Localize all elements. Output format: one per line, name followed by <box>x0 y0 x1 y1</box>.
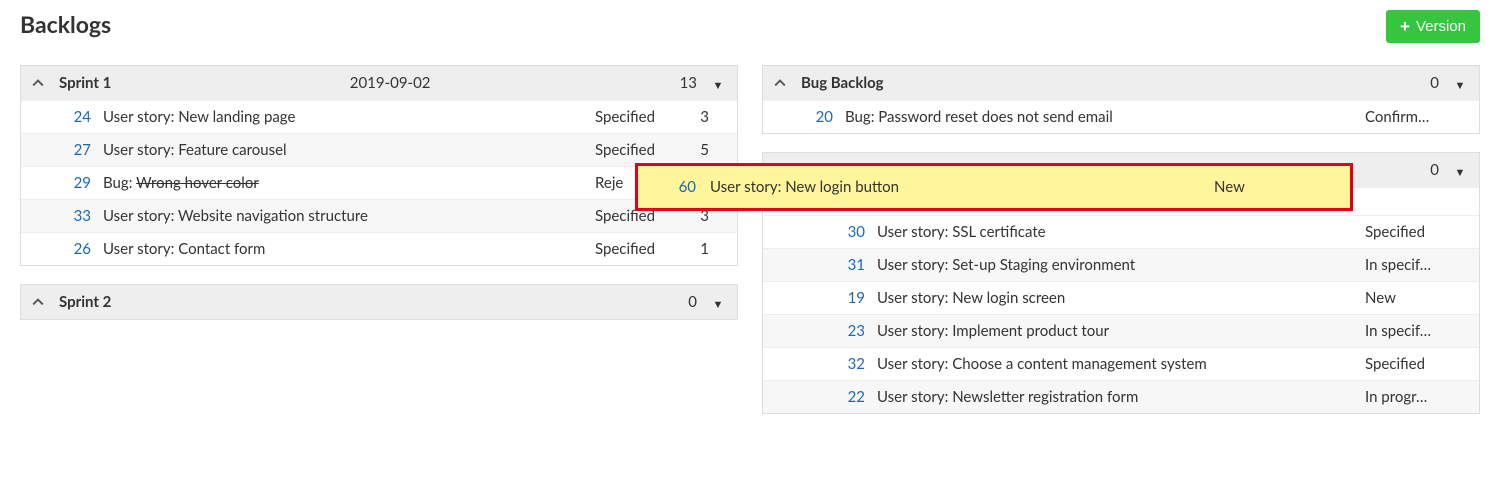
work-item-status: Confirm… <box>1365 108 1451 126</box>
dropdown-icon[interactable]: ▼ <box>709 298 727 311</box>
work-item-title: User story: New login button <box>710 178 1214 196</box>
work-item-status: New <box>1214 178 1334 196</box>
sprint-2-title: Sprint 2 <box>59 293 111 311</box>
work-item-status: In specif… <box>1365 256 1451 274</box>
table-row[interactable]: 20 Bug: Password reset does not send ema… <box>763 100 1479 133</box>
sprint-1-date: 2019-09-02 <box>123 74 657 92</box>
table-row[interactable]: 26 User story: Contact form Specified 1 <box>21 232 737 265</box>
table-row[interactable]: 23 User story: Implement product tour In… <box>763 314 1479 347</box>
add-version-label: Version <box>1416 18 1466 35</box>
work-item-title[interactable]: User story: Newsletter registration form <box>877 388 1365 406</box>
sprint-2-points: 0 <box>669 293 697 311</box>
work-item-id[interactable]: 30 <box>821 223 877 241</box>
work-item-points: 3 <box>681 108 709 126</box>
work-item-title[interactable]: User story: Feature carousel <box>103 141 595 159</box>
left-column: Sprint 1 2019-09-02 13 ▼ 24 User story: … <box>20 65 738 432</box>
table-row[interactable]: 30 User story: SSL certificate Specified <box>763 215 1479 248</box>
work-item-title[interactable]: User story: Website navigation structure <box>103 207 595 225</box>
work-item-id[interactable]: 27 <box>47 141 103 159</box>
work-item-points: 5 <box>681 141 709 159</box>
work-item-id[interactable]: 20 <box>789 108 845 126</box>
work-item-title[interactable]: User story: Implement product tour <box>877 322 1365 340</box>
work-item-title[interactable]: User story: SSL certificate <box>877 223 1365 241</box>
work-item-status: New <box>1365 289 1451 307</box>
right-column: Bug Backlog 0 ▼ 20 Bug: Password reset d… <box>762 65 1480 432</box>
table-row[interactable]: 22 User story: Newsletter registration f… <box>763 380 1479 413</box>
sprint-1-body: 24 User story: New landing page Specifie… <box>21 100 737 265</box>
table-row[interactable]: 31 User story: Set-up Staging environmen… <box>763 248 1479 281</box>
work-item-status: In progr… <box>1365 388 1451 406</box>
work-item-id: 60 <box>638 178 710 196</box>
chevron-up-icon <box>771 77 789 89</box>
table-row[interactable]: 19 User story: New login screen New <box>763 281 1479 314</box>
table-row[interactable]: 24 User story: New landing page Specifie… <box>21 100 737 133</box>
product-backlog-body: 30 User story: SSL certificate Specified… <box>763 215 1479 413</box>
work-item-points: 1 <box>681 240 709 258</box>
bug-backlog-points: 0 <box>1411 74 1439 92</box>
dropdown-icon[interactable]: ▼ <box>709 79 727 92</box>
add-version-button[interactable]: + Version <box>1386 10 1480 43</box>
work-item-status: Specified <box>595 240 681 258</box>
product-backlog-points: 0 <box>1411 161 1439 179</box>
work-item-id[interactable]: 22 <box>821 388 877 406</box>
work-item-id[interactable]: 32 <box>821 355 877 373</box>
chevron-up-icon <box>29 296 47 308</box>
work-item-title[interactable]: Bug: Password reset does not send email <box>845 108 1365 126</box>
work-item-id[interactable]: 31 <box>821 256 877 274</box>
table-row[interactable]: 33 User story: Website navigation struct… <box>21 199 737 232</box>
table-row[interactable]: 29 Bug: Wrong hover color Reje <box>21 166 737 199</box>
sprint-1-section: Sprint 1 2019-09-02 13 ▼ 24 User story: … <box>20 65 738 266</box>
table-row[interactable]: 32 User story: Choose a content manageme… <box>763 347 1479 380</box>
work-item-status: Specified <box>1365 355 1451 373</box>
bug-backlog-header[interactable]: Bug Backlog 0 ▼ <box>763 66 1479 100</box>
chevron-up-icon <box>29 77 47 89</box>
work-item-id[interactable]: 33 <box>47 207 103 225</box>
work-item-title[interactable]: User story: New login screen <box>877 289 1365 307</box>
work-item-title[interactable]: User story: Choose a content management … <box>877 355 1365 373</box>
dropdown-icon[interactable]: ▼ <box>1451 166 1469 179</box>
sprint-1-points: 13 <box>669 74 697 92</box>
dropdown-icon[interactable]: ▼ <box>1451 79 1469 92</box>
work-item-status: Specified <box>595 141 681 159</box>
sprint-2-section: Sprint 2 0 ▼ <box>20 284 738 320</box>
work-item-id[interactable]: 24 <box>47 108 103 126</box>
work-item-id[interactable]: 19 <box>821 289 877 307</box>
dragging-work-item[interactable]: 60 User story: New login button New <box>635 163 1353 211</box>
work-item-title[interactable]: Bug: Wrong hover color <box>103 174 595 192</box>
plus-icon: + <box>1400 18 1410 35</box>
work-item-status: Specified <box>595 108 681 126</box>
work-item-status: In specif… <box>1365 322 1451 340</box>
work-item-id[interactable]: 29 <box>47 174 103 192</box>
work-item-title[interactable]: User story: Set-up Staging environment <box>877 256 1365 274</box>
sprint-1-title: Sprint 1 <box>59 74 111 92</box>
work-item-id[interactable]: 26 <box>47 240 103 258</box>
work-item-id[interactable]: 23 <box>821 322 877 340</box>
bug-backlog-title: Bug Backlog <box>801 74 884 92</box>
sprint-2-header[interactable]: Sprint 2 0 ▼ <box>21 285 737 319</box>
bug-backlog-section: Bug Backlog 0 ▼ 20 Bug: Password reset d… <box>762 65 1480 134</box>
page-title: Backlogs <box>20 10 111 38</box>
table-row[interactable]: 27 User story: Feature carousel Specifie… <box>21 133 737 166</box>
work-item-title[interactable]: User story: New landing page <box>103 108 595 126</box>
work-item-status: Specified <box>1365 223 1451 241</box>
sprint-1-header[interactable]: Sprint 1 2019-09-02 13 ▼ <box>21 66 737 100</box>
bug-backlog-body: 20 Bug: Password reset does not send ema… <box>763 100 1479 133</box>
work-item-title[interactable]: User story: Contact form <box>103 240 595 258</box>
